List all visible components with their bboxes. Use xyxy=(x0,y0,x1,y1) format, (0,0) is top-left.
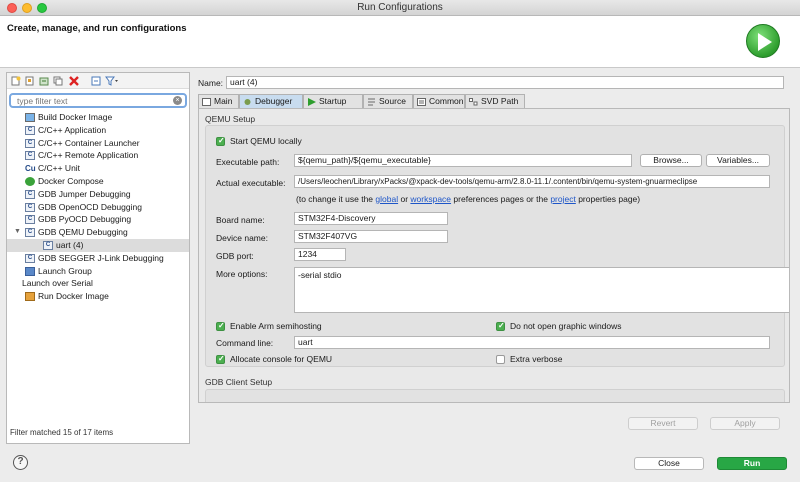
tree-item-launch-group[interactable]: Launch Group xyxy=(7,265,189,278)
project-link[interactable]: project xyxy=(550,194,576,204)
device-name-label: Device name: xyxy=(216,233,268,243)
tree-item-cpp-container-launcher[interactable]: C C/C++ Container Launcher xyxy=(7,137,189,150)
filter-menu-icon[interactable] xyxy=(105,76,119,86)
tab-common[interactable]: Common xyxy=(413,94,465,108)
tree-item-gdb-pyocd[interactable]: C GDB PyOCD Debugging xyxy=(7,213,189,226)
gdb-port-label: GDB port: xyxy=(216,251,254,261)
window-titlebar: Run Configurations xyxy=(0,0,800,16)
cpp-icon: C xyxy=(25,151,35,161)
tree-item-gdb-segger-jlink[interactable]: C GDB SEGGER J-Link Debugging xyxy=(7,252,189,265)
cpp-icon: C xyxy=(25,253,35,263)
collapse-all-icon[interactable] xyxy=(91,76,101,86)
cpp-icon: C xyxy=(25,228,35,238)
start-qemu-locally-checkbox[interactable] xyxy=(216,136,225,146)
device-name-input[interactable]: STM32F407VG xyxy=(294,230,448,243)
filter-box: × xyxy=(9,93,187,108)
new-prototype-icon[interactable] xyxy=(25,76,35,86)
name-input[interactable]: uart (4) xyxy=(226,76,784,89)
tree-item-run-docker-image[interactable]: Run Docker Image xyxy=(7,290,189,303)
tree-item-gdb-jumper[interactable]: C GDB Jumper Debugging xyxy=(7,188,189,201)
launch-group-icon xyxy=(25,266,35,276)
cpp-icon: C xyxy=(25,189,35,199)
window-title: Run Configurations xyxy=(357,2,443,13)
more-options-label: More options: xyxy=(216,269,268,279)
cpp-icon: C xyxy=(25,215,35,225)
executable-path-input[interactable]: ${qemu_path}/${qemu_executable} xyxy=(294,154,632,167)
allocate-console-checkbox[interactable] xyxy=(216,354,225,364)
debugger-tab-icon xyxy=(244,99,251,105)
tree-item-uart-4[interactable]: C uart (4) xyxy=(7,238,189,252)
tree-item-gdb-qemu[interactable]: ▼ C GDB QEMU Debugging xyxy=(7,226,189,239)
board-name-input[interactable]: STM32F4-Discovery xyxy=(294,212,448,225)
tab-source[interactable]: Source xyxy=(363,94,413,108)
tree-item-gdb-openocd[interactable]: C GDB OpenOCD Debugging xyxy=(7,201,189,214)
run-large-icon xyxy=(746,24,780,58)
cpp-icon: C xyxy=(43,240,53,250)
actual-executable-value: /Users/leochen/Library/xPacks/@xpack-dev… xyxy=(294,175,770,188)
svd-tab-icon xyxy=(469,98,478,106)
startup-tab-icon xyxy=(308,98,316,106)
export-config-icon[interactable] xyxy=(39,76,49,86)
dialog-header: Create, manage, and run configurations xyxy=(0,16,800,68)
tab-svd-path[interactable]: SVD Path xyxy=(465,94,525,108)
name-label: Name: xyxy=(198,78,224,88)
revert-button[interactable]: Revert xyxy=(628,417,698,430)
tab-startup[interactable]: Startup xyxy=(303,94,363,108)
tab-main[interactable]: Main xyxy=(198,94,239,108)
cpp-icon: C xyxy=(25,202,35,212)
tree-item-build-docker-image[interactable]: Build Docker Image xyxy=(7,111,189,124)
configuration-list-panel: × Build Docker Image C C/C++ Application… xyxy=(6,72,190,444)
preferences-hint: (to change it use the global or workspac… xyxy=(296,194,641,204)
qemu-setup-group: Start QEMU locally Executable path: ${qe… xyxy=(205,125,789,367)
source-tab-icon xyxy=(368,98,375,106)
configuration-tree: Build Docker Image C C/C++ Application C… xyxy=(7,111,189,303)
duplicate-config-icon[interactable] xyxy=(53,76,63,86)
config-toolbar xyxy=(7,73,189,89)
gdb-client-setup-group xyxy=(205,389,785,402)
tree-item-cpp-remote-application[interactable]: C C/C++ Remote Application xyxy=(7,149,189,162)
tree-item-cpp-application[interactable]: C C/C++ Application xyxy=(7,124,189,137)
delete-config-icon[interactable] xyxy=(69,76,79,86)
docker-run-icon xyxy=(25,292,35,302)
tree-item-cpp-unit[interactable]: Cu C/C++ Unit xyxy=(7,162,189,175)
tree-item-docker-compose[interactable]: Docker Compose xyxy=(7,175,189,188)
workspace-link[interactable]: workspace xyxy=(410,194,451,204)
enable-semihosting-checkbox[interactable] xyxy=(216,321,225,331)
qemu-setup-title: QEMU Setup xyxy=(205,114,256,124)
docker-compose-icon xyxy=(25,176,35,186)
gdb-port-input[interactable]: 1234 xyxy=(294,248,346,261)
apply-button[interactable]: Apply xyxy=(710,417,780,430)
filter-status: Filter matched 15 of 17 items xyxy=(10,428,114,437)
actual-executable-label: Actual executable: xyxy=(216,178,286,188)
command-line-label: Command line: xyxy=(216,338,274,348)
browse-button[interactable]: Browse... xyxy=(640,154,702,167)
global-link[interactable]: global xyxy=(375,194,398,204)
command-line-input[interactable]: uart xyxy=(294,336,770,349)
more-options-textarea[interactable]: -serial stdio xyxy=(294,267,789,313)
docker-build-icon xyxy=(25,113,35,122)
variables-button[interactable]: Variables... xyxy=(706,154,770,167)
run-button[interactable]: Run xyxy=(717,457,787,470)
filter-input[interactable] xyxy=(17,95,167,106)
no-graphic-windows-checkbox[interactable] xyxy=(496,321,505,331)
clear-filter-icon[interactable]: × xyxy=(173,96,182,105)
configuration-editor: Name: uart (4) Main Debugger Startup Sou… xyxy=(194,72,794,444)
help-icon[interactable]: ? xyxy=(13,455,28,470)
debugger-tab-panel: QEMU Setup Start QEMU locally Executable… xyxy=(198,108,790,403)
close-button[interactable]: Close xyxy=(634,457,704,470)
new-config-icon[interactable] xyxy=(11,76,21,86)
cpp-icon: C xyxy=(25,138,35,148)
expanded-chevron-icon[interactable]: ▼ xyxy=(14,226,21,239)
common-tab-icon xyxy=(417,98,426,106)
dialog-heading: Create, manage, and run configurations xyxy=(7,23,187,34)
board-name-label: Board name: xyxy=(216,215,265,225)
cpp-icon: C xyxy=(25,125,35,135)
main-tab-icon xyxy=(202,98,211,106)
extra-verbose-checkbox[interactable] xyxy=(496,355,505,364)
cpp-unit-icon: Cu xyxy=(25,164,36,174)
gdb-client-setup-title: GDB Client Setup xyxy=(205,377,273,387)
tab-debugger[interactable]: Debugger xyxy=(239,94,303,108)
executable-path-label: Executable path: xyxy=(216,157,280,167)
tree-item-launch-over-serial[interactable]: Launch over Serial xyxy=(7,277,189,290)
